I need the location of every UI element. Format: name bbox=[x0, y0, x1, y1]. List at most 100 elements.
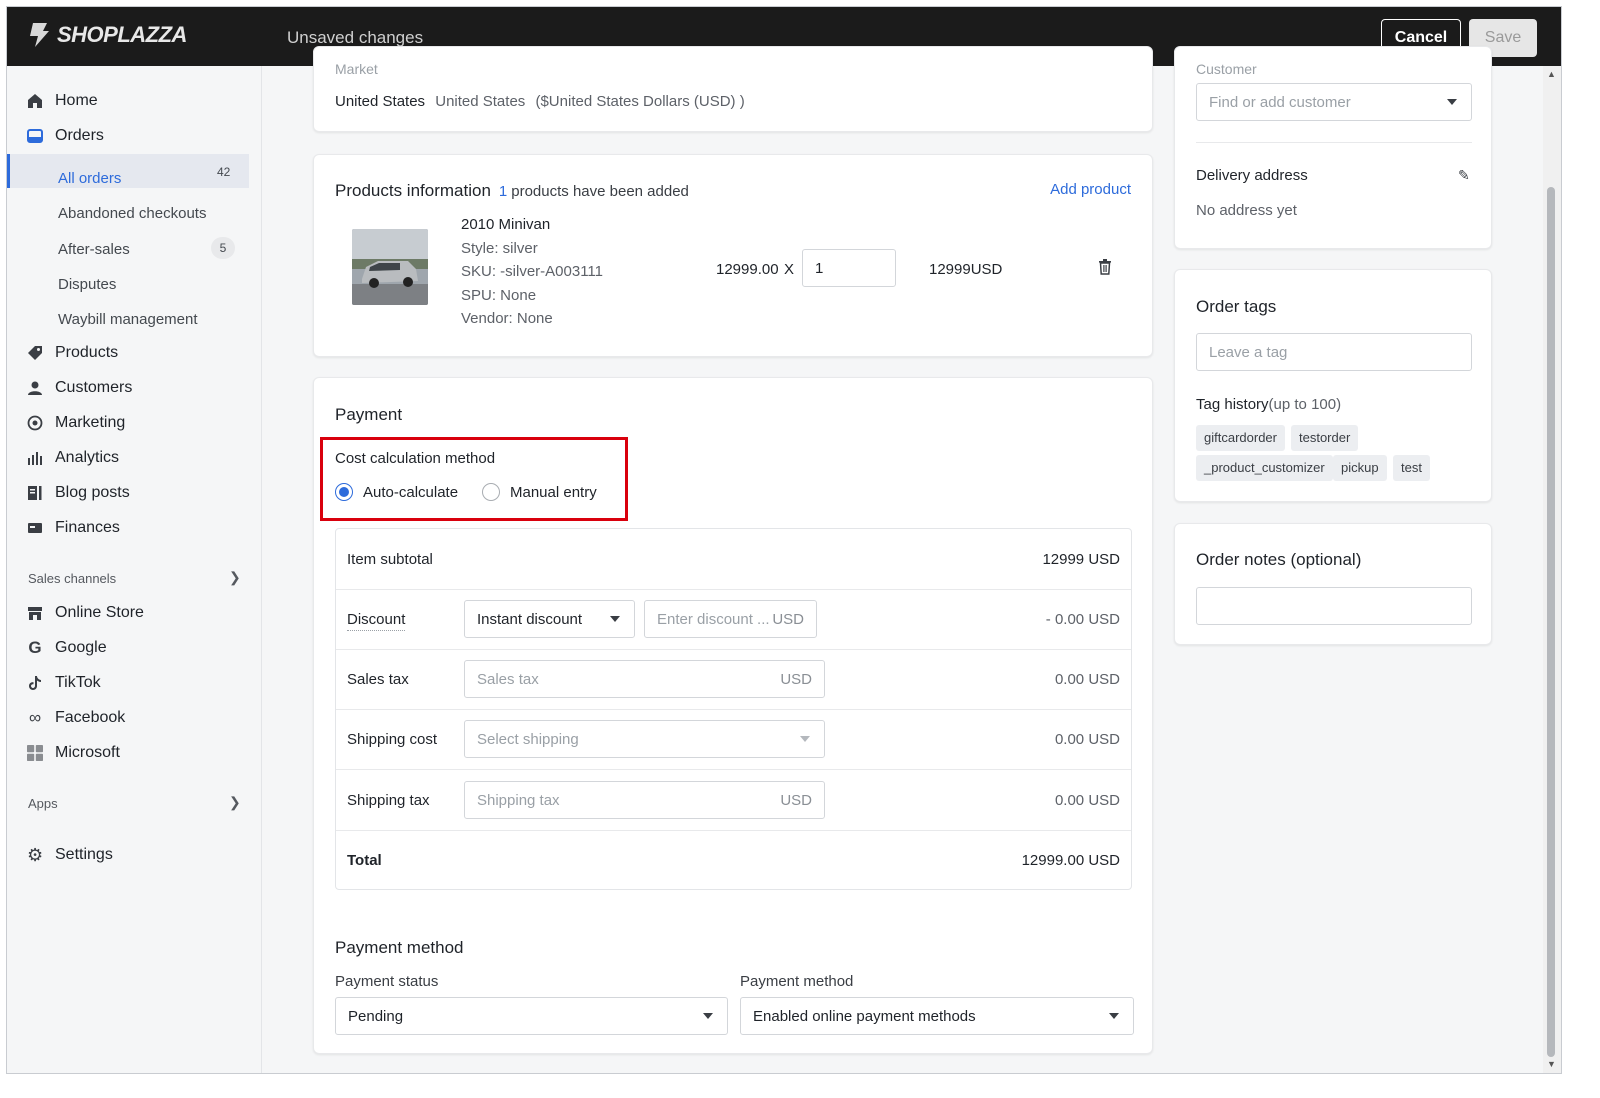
products-count: 1 bbox=[498, 183, 508, 200]
product-spu: SPU: None bbox=[461, 286, 537, 304]
shipping-tax-value: 0.00 USD bbox=[1054, 792, 1120, 809]
shipping-tax-input[interactable]: Shipping tax USD bbox=[464, 781, 825, 819]
scroll-up-arrow-icon[interactable]: ▲ bbox=[1547, 69, 1556, 79]
finance-icon bbox=[27, 520, 43, 536]
microsoft-icon bbox=[27, 745, 43, 761]
trash-icon[interactable] bbox=[1098, 259, 1112, 279]
sidebar-item-label: Orders bbox=[55, 127, 104, 144]
tag-chip[interactable]: _product_customizer bbox=[1196, 455, 1333, 481]
product-unit-price: 12999.00 bbox=[716, 261, 779, 278]
shipping-cost-value: 0.00 USD bbox=[1054, 731, 1120, 748]
discount-type-select[interactable]: Instant discount bbox=[464, 600, 635, 638]
chevron-down-icon bbox=[610, 616, 620, 622]
blog-icon bbox=[27, 485, 43, 501]
tag-input[interactable]: Leave a tag bbox=[1196, 333, 1472, 371]
payment-card: Payment Cost calculation method Auto-cal… bbox=[313, 377, 1153, 1054]
sidebar-item-products[interactable]: Products bbox=[27, 341, 118, 365]
customer-search-select[interactable]: Find or add customer bbox=[1196, 83, 1472, 121]
shoplazza-logo[interactable]: SHOPLAZZA bbox=[27, 21, 187, 49]
sidebar-item-marketing[interactable]: Marketing bbox=[27, 411, 125, 435]
apps-label: Apps bbox=[28, 796, 58, 811]
product-details: 2010 Minivan Style: silver SKU: -silver-… bbox=[461, 213, 603, 331]
sidebar-subitem-all-orders-label[interactable]: All orders bbox=[58, 170, 121, 192]
sidebar-subitem-waybill-management[interactable]: Waybill management bbox=[58, 311, 198, 333]
sidebar-item-google[interactable]: G Google bbox=[27, 636, 106, 660]
products-card: Products information 1 products have bee… bbox=[313, 154, 1153, 357]
gear-icon: ⚙ bbox=[26, 844, 44, 865]
sidebar-item-blog-posts[interactable]: Blog posts bbox=[27, 481, 130, 505]
payment-method-title: Payment method bbox=[335, 938, 464, 957]
target-icon bbox=[27, 415, 43, 431]
customer-label: Customer bbox=[1196, 61, 1257, 77]
products-header: Products information 1 products have bee… bbox=[335, 181, 689, 201]
tag-history-title: Tag history bbox=[1196, 396, 1269, 413]
product-name[interactable]: 2010 Minivan bbox=[461, 213, 603, 237]
product-line-total: 12999USD bbox=[929, 261, 1003, 278]
payment-status-value: Pending bbox=[348, 1007, 404, 1025]
shipping-tax-placeholder: Shipping tax bbox=[477, 791, 560, 809]
sidebar-subitem-abandoned-checkouts[interactable]: Abandoned checkouts bbox=[58, 205, 206, 227]
discount-label[interactable]: Discount bbox=[347, 611, 406, 631]
auto-calculate-radio[interactable]: Auto-calculate bbox=[335, 483, 458, 501]
payment-title: Payment bbox=[335, 405, 403, 424]
sales-tax-input[interactable]: Sales tax USD bbox=[464, 660, 825, 698]
sidebar-item-facebook[interactable]: ∞ Facebook bbox=[27, 706, 125, 730]
sidebar-item-microsoft[interactable]: Microsoft bbox=[27, 741, 120, 765]
tag-chip[interactable]: pickup bbox=[1333, 455, 1387, 481]
order-tags-card: Order tags Leave a tag Tag history(up to… bbox=[1174, 269, 1492, 502]
cost-table: Item subtotal 12999 USD Discount Instant… bbox=[335, 528, 1132, 890]
chevron-right-icon[interactable]: ❯ bbox=[229, 569, 241, 586]
tag-chip[interactable]: testorder bbox=[1291, 425, 1359, 451]
discount-placeholder: Enter discount ... bbox=[657, 610, 770, 628]
quantity-input[interactable]: 1 bbox=[802, 249, 896, 287]
tag-history-label: Tag history(up to 100) bbox=[1196, 396, 1341, 413]
scrollbar-thumb[interactable] bbox=[1547, 187, 1555, 1057]
sidebar-item-tiktok[interactable]: TikTok bbox=[27, 671, 101, 695]
sidebar-item-analytics[interactable]: Analytics bbox=[27, 446, 119, 470]
tag-chip[interactable]: giftcardorder bbox=[1196, 425, 1285, 451]
logo-icon bbox=[30, 23, 49, 47]
bar-chart-icon bbox=[27, 450, 43, 466]
payment-method-select[interactable]: Enabled online payment methods bbox=[740, 997, 1134, 1035]
chevron-right-icon[interactable]: ❯ bbox=[229, 794, 241, 811]
scroll-down-arrow-icon[interactable]: ▼ bbox=[1547, 1059, 1556, 1069]
order-notes-input[interactable] bbox=[1196, 587, 1472, 625]
shipping-select[interactable]: Select shipping bbox=[464, 720, 825, 758]
market-label: Market bbox=[335, 61, 378, 77]
payment-status-select[interactable]: Pending bbox=[335, 997, 728, 1035]
store-icon bbox=[27, 605, 43, 621]
payment-status-label: Payment status bbox=[335, 973, 439, 990]
edit-pencil-icon[interactable]: ✎ bbox=[1458, 167, 1470, 184]
sidebar-item-label: Products bbox=[55, 344, 119, 361]
market-detail: United States bbox=[435, 93, 526, 110]
market-value: United States United States ($United Sta… bbox=[335, 93, 745, 110]
google-icon: G bbox=[28, 638, 42, 657]
sidebar-subitem-disputes[interactable]: Disputes bbox=[58, 276, 116, 298]
sidebar-item-orders[interactable]: Orders bbox=[27, 124, 104, 148]
sales-tax-placeholder: Sales tax bbox=[477, 670, 539, 688]
discount-amount-input[interactable]: Enter discount ... USD bbox=[644, 600, 817, 638]
person-icon bbox=[27, 380, 43, 396]
product-vendor: Vendor: None bbox=[461, 310, 553, 327]
shipping-placeholder: Select shipping bbox=[477, 730, 579, 748]
sidebar-item-online-store[interactable]: Online Store bbox=[27, 601, 144, 625]
product-thumbnail[interactable] bbox=[352, 229, 428, 305]
tag-placeholder: Leave a tag bbox=[1209, 343, 1288, 361]
subtotal-label: Item subtotal bbox=[347, 551, 433, 568]
add-product-link[interactable]: Add product bbox=[1050, 181, 1131, 198]
sales-channels-label: Sales channels bbox=[28, 571, 117, 586]
manual-entry-radio[interactable]: Manual entry bbox=[482, 483, 597, 501]
sidebar-item-home[interactable]: Home bbox=[27, 89, 98, 113]
tag-history-limit: (up to 100) bbox=[1268, 396, 1342, 413]
sidebar-subitem-after-sales[interactable]: After-sales bbox=[58, 241, 130, 263]
sidebar-item-customers[interactable]: Customers bbox=[27, 376, 132, 400]
shipping-cost-label: Shipping cost bbox=[347, 731, 438, 748]
subtotal-value: 12999 USD bbox=[1042, 551, 1120, 568]
sidebar-item-settings[interactable]: ⚙ Settings bbox=[27, 843, 113, 867]
chevron-down-icon bbox=[1109, 1013, 1119, 1019]
sidebar-item-finances[interactable]: Finances bbox=[27, 516, 120, 540]
market-card: Market United States United States ($Uni… bbox=[313, 46, 1153, 132]
delivery-address-title: Delivery address bbox=[1196, 167, 1308, 184]
tag-chip[interactable]: test bbox=[1393, 455, 1430, 481]
cost-method-label: Cost calculation method bbox=[335, 450, 496, 467]
